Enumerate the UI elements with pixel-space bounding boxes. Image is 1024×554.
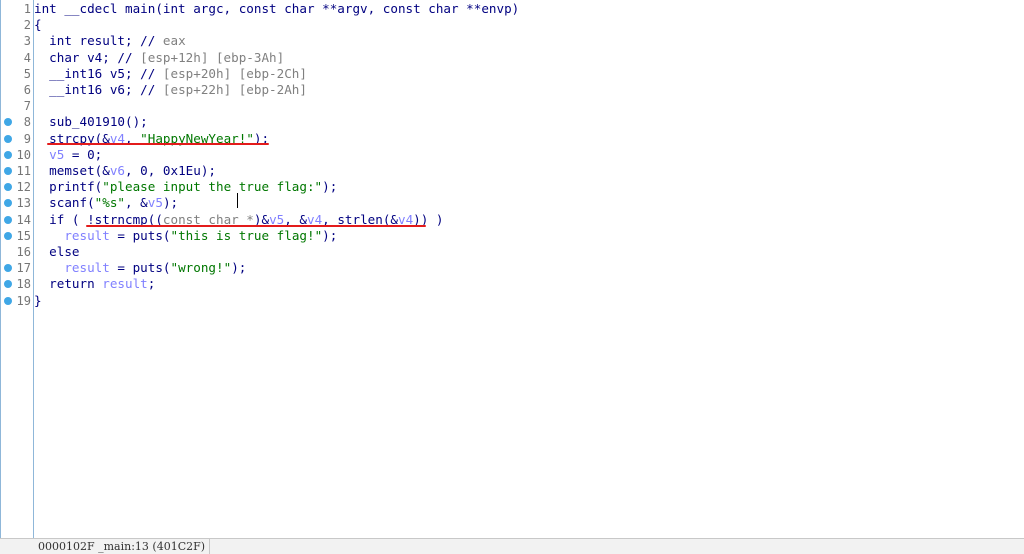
code-line[interactable]: v5 = 0; bbox=[34, 147, 102, 163]
code-token: ); bbox=[162, 195, 179, 211]
line-number: 9 bbox=[23, 131, 31, 146]
code-token: char v4; // bbox=[34, 49, 141, 65]
breakpoint-dot-icon[interactable] bbox=[4, 264, 12, 273]
code-token: sub_401910(); bbox=[34, 114, 148, 130]
breakpoint-dot-icon[interactable] bbox=[4, 215, 12, 224]
code-line[interactable]: __int16 v5; // [esp+20h] [ebp-2Ch] bbox=[34, 66, 307, 82]
line-number: 6 bbox=[23, 83, 31, 97]
line-number: 15 bbox=[16, 228, 31, 243]
code-line[interactable]: char v4; // [esp+12h] [ebp-3Ah] bbox=[34, 50, 284, 66]
code-token: result bbox=[64, 260, 110, 276]
code-token: return bbox=[34, 276, 103, 292]
code-token: else bbox=[34, 244, 80, 259]
status-bar: 0000102F _main:13 (401C2F) bbox=[0, 538, 1024, 554]
code-token: v6 bbox=[109, 163, 125, 178]
code-token: "wrong!" bbox=[170, 260, 232, 276]
line-number: 18 bbox=[16, 277, 31, 292]
line-number: 12 bbox=[16, 180, 31, 195]
code-token: v5 bbox=[49, 146, 65, 162]
code-token: __int16 v5; // bbox=[34, 65, 163, 81]
code-token: [esp+12h] [ebp-3Ah] bbox=[140, 49, 285, 65]
code-line[interactable]: result = puts("wrong!"); bbox=[34, 260, 246, 276]
code-token: , & bbox=[125, 195, 148, 211]
breakpoint-dot-icon[interactable] bbox=[4, 296, 12, 305]
code-token: , 0, 0x1Eu); bbox=[125, 163, 216, 178]
line-number: 4 bbox=[23, 50, 31, 65]
line-number: 19 bbox=[16, 293, 31, 308]
code-line[interactable]: __int16 v6; // [esp+22h] [ebp-2Ah] bbox=[34, 82, 307, 98]
line-number: 17 bbox=[16, 261, 31, 276]
code-line[interactable]: return result; bbox=[34, 276, 155, 292]
code-token: "%s" bbox=[94, 195, 126, 211]
code-token: = puts( bbox=[109, 227, 171, 243]
code-token: memset(& bbox=[34, 163, 110, 178]
breakpoint-dot-icon[interactable] bbox=[4, 183, 12, 192]
code-token: ); bbox=[231, 260, 247, 276]
status-address: 0000102F _main:13 (401C2F) bbox=[34, 539, 211, 554]
code-token: scanf( bbox=[34, 195, 95, 211]
red-underline-strncmp bbox=[86, 225, 426, 227]
code-line[interactable]: int __cdecl main(int argc, const char **… bbox=[34, 1, 519, 17]
code-token: [esp+22h] [ebp-2Ah] bbox=[162, 82, 307, 97]
text-cursor bbox=[237, 193, 238, 208]
breakpoint-dot-icon[interactable] bbox=[4, 280, 12, 289]
line-number: 7 bbox=[23, 99, 31, 114]
code-token: } bbox=[34, 292, 42, 308]
red-underline-strcpy bbox=[47, 143, 269, 145]
line-number: 3 bbox=[23, 34, 31, 49]
code-line[interactable]: printf("please input the true flag:"); bbox=[34, 179, 337, 195]
line-number: 2 bbox=[23, 18, 31, 33]
line-number: 5 bbox=[23, 66, 31, 81]
line-number: 13 bbox=[16, 196, 31, 211]
code-area[interactable]: int __cdecl main(int argc, const char **… bbox=[34, 0, 1024, 538]
code-token: ; bbox=[147, 276, 156, 292]
line-number: 1 bbox=[23, 2, 31, 16]
line-number: 8 bbox=[23, 115, 31, 130]
code-token: "this is true flag!" bbox=[170, 227, 323, 243]
breakpoint-dot-icon[interactable] bbox=[4, 150, 12, 159]
code-token: __int16 v6; // bbox=[34, 82, 163, 97]
breakpoint-dot-icon[interactable] bbox=[4, 199, 12, 208]
code-line[interactable]: else bbox=[34, 244, 80, 260]
breakpoint-dot-icon[interactable] bbox=[4, 231, 12, 240]
code-line[interactable]: { bbox=[34, 17, 42, 33]
code-token: "please input the true flag:" bbox=[102, 179, 323, 195]
code-token: eax bbox=[162, 33, 186, 49]
code-token: ); bbox=[322, 227, 338, 243]
line-number: 11 bbox=[16, 164, 31, 178]
code-token: ); bbox=[322, 179, 338, 195]
code-token: result bbox=[102, 276, 148, 292]
code-token: { bbox=[34, 17, 42, 33]
code-token: int __cdecl main(int argc, const char **… bbox=[34, 1, 520, 16]
code-token: [esp+20h] [ebp-2Ch] bbox=[162, 65, 307, 81]
code-line[interactable]: result = puts("this is true flag!"); bbox=[34, 228, 337, 244]
code-line[interactable]: } bbox=[34, 293, 42, 309]
line-number: 14 bbox=[16, 212, 31, 227]
code-token: result bbox=[64, 227, 110, 243]
code-token: = 0; bbox=[64, 146, 103, 162]
code-line[interactable]: sub_401910(); bbox=[34, 114, 148, 130]
code-line[interactable]: memset(&v6, 0, 0x1Eu); bbox=[34, 163, 216, 179]
breakpoint-dot-icon[interactable] bbox=[4, 118, 12, 127]
code-token: v5 bbox=[147, 195, 163, 211]
pseudocode-view[interactable]: 1 2 3 4 5 6 7 8 9 10 11 12 13 14 15 16 17 18 19 int __cdec… bbox=[0, 0, 1024, 538]
code-token: = puts( bbox=[109, 260, 171, 276]
line-number: 16 bbox=[16, 245, 31, 259]
breakpoint-dot-icon[interactable] bbox=[4, 134, 12, 143]
breakpoint-dot-icon[interactable] bbox=[4, 167, 12, 175]
code-token: int result; // bbox=[34, 33, 163, 49]
code-line[interactable]: scanf("%s", &v5); bbox=[34, 195, 178, 211]
code-line[interactable]: int result; // eax bbox=[34, 33, 186, 49]
line-number-gutter: 1 2 3 4 5 6 7 8 9 10 11 12 13 14 15 16 17 18 19 bbox=[1, 0, 34, 538]
line-number: 10 bbox=[16, 147, 31, 162]
code-token: printf( bbox=[34, 179, 103, 195]
